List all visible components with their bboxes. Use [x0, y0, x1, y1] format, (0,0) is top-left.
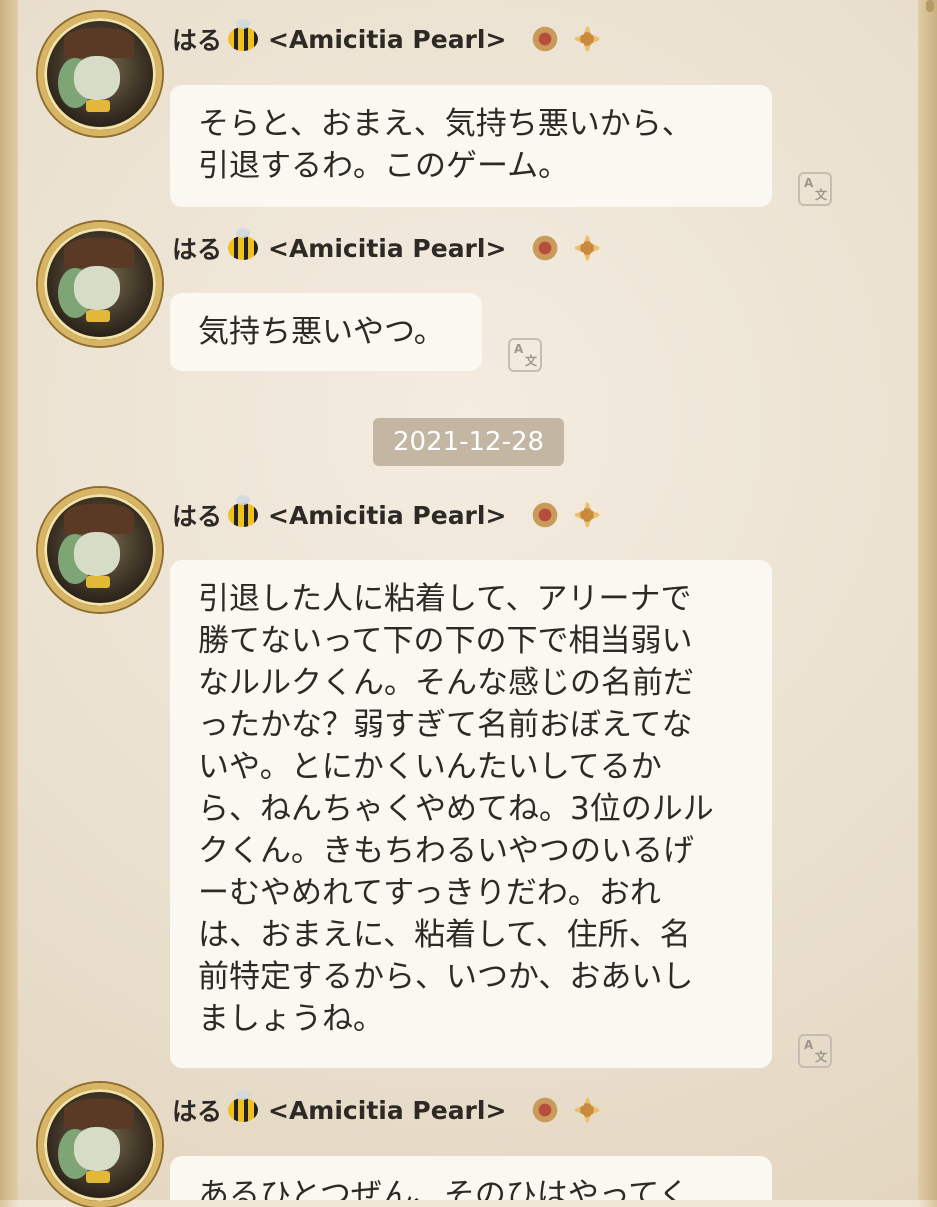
right-frame-border [918, 0, 937, 1200]
bee-emoji-icon [228, 228, 259, 260]
translate-icon[interactable]: A文 [798, 172, 832, 206]
sender-row: はる <Amicitia Pearl> [172, 1086, 603, 1134]
guild-name[interactable]: <Amicitia Pearl> [268, 1096, 506, 1125]
translate-icon[interactable]: A文 [798, 1034, 832, 1068]
rank-badge-icon[interactable] [530, 1094, 561, 1126]
avatar[interactable] [38, 1083, 162, 1207]
guild-name[interactable]: <Amicitia Pearl> [268, 234, 506, 263]
translate-icon[interactable]: A文 [508, 338, 542, 372]
avatar[interactable] [38, 12, 162, 136]
avatar[interactable] [38, 488, 162, 612]
sender-row: はる <Amicitia Pearl> [172, 224, 603, 272]
rank-badge-icon[interactable] [530, 499, 561, 531]
date-separator: 2021-12-28 [373, 418, 564, 466]
crest-badge-icon[interactable] [572, 1094, 603, 1126]
message-bubble[interactable]: 引退した人に粘着して、アリーナで 勝てないって下の下の下で相当弱い なルルクくん… [170, 560, 772, 1068]
guild-name[interactable]: <Amicitia Pearl> [268, 501, 506, 530]
sender-name[interactable]: はる [172, 21, 222, 57]
message-bubble[interactable]: あるひとつぜん、そのひはやってく [170, 1156, 772, 1200]
crest-badge-icon[interactable] [572, 499, 603, 531]
crest-badge-icon[interactable] [572, 232, 603, 264]
sender-name[interactable]: はる [172, 230, 222, 266]
scrollbar-handle[interactable] [926, 0, 934, 12]
message-bubble[interactable]: そらと、おまえ、気持ち悪いから、 引退するわ。このゲーム。 [170, 85, 772, 207]
sender-name[interactable]: はる [172, 1092, 222, 1128]
left-frame-border [0, 0, 18, 1200]
avatar[interactable] [38, 222, 162, 346]
sender-row: はる <Amicitia Pearl> [172, 15, 603, 63]
bee-emoji-icon [228, 1090, 259, 1122]
bee-emoji-icon [228, 495, 259, 527]
bee-emoji-icon [228, 19, 259, 51]
message-bubble[interactable]: 気持ち悪いやつ。 [170, 293, 482, 371]
sender-name[interactable]: はる [172, 497, 222, 533]
sender-row: はる <Amicitia Pearl> [172, 491, 603, 539]
crest-badge-icon[interactable] [572, 23, 603, 55]
rank-badge-icon[interactable] [530, 232, 561, 264]
rank-badge-icon[interactable] [530, 23, 561, 55]
guild-name[interactable]: <Amicitia Pearl> [268, 25, 506, 54]
